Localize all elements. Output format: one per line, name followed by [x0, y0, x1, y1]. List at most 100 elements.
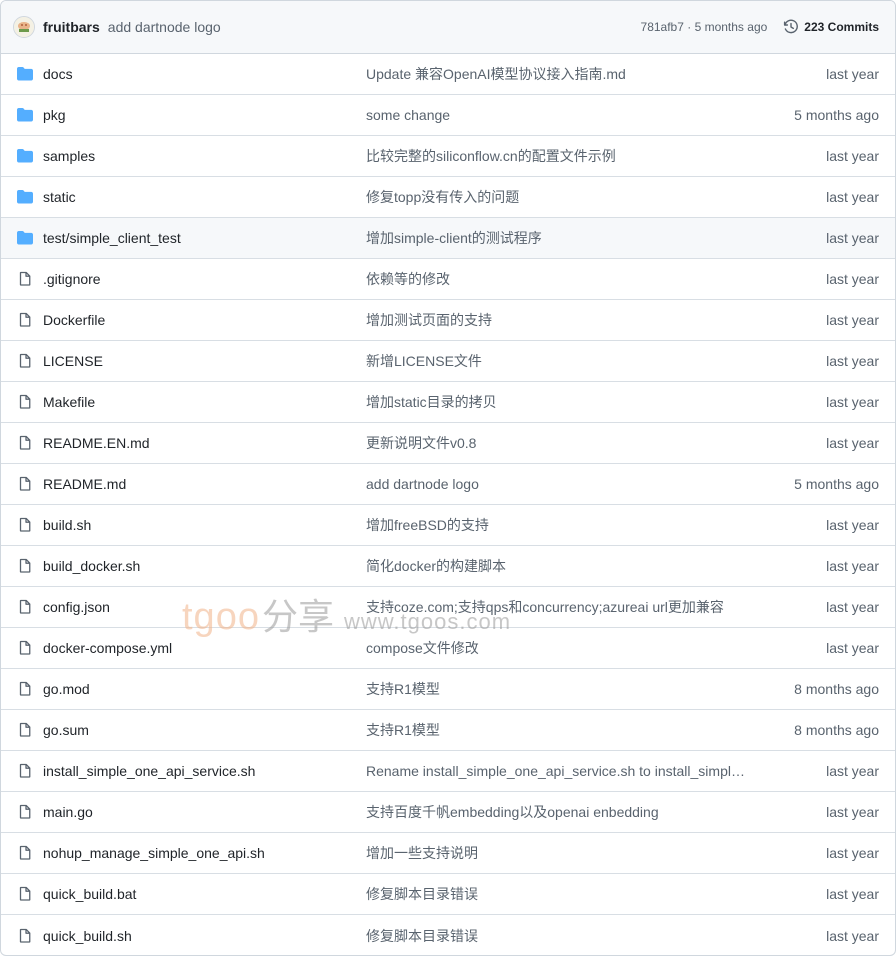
commit-message-link[interactable]: 支持百度千帆embedding以及openai enbedding [366, 802, 751, 822]
commit-message-link[interactable]: 新增LICENSE文件 [366, 351, 751, 371]
file-name-link[interactable]: go.mod [43, 681, 366, 697]
file-icon [17, 845, 35, 861]
commit-message-link[interactable]: 更新说明文件v0.8 [366, 433, 751, 453]
file-name-link[interactable]: README.EN.md [43, 435, 366, 451]
file-row[interactable]: config.json 支持coze.com;支持qps和concurrency;… [1, 587, 895, 628]
file-icon [17, 271, 35, 287]
file-name-link[interactable]: nohup_manage_simple_one_api.sh [43, 845, 366, 861]
folder-icon [17, 189, 35, 205]
commit-age: last year [826, 312, 879, 328]
file-name-link[interactable]: Makefile [43, 394, 366, 410]
file-icon [17, 517, 35, 533]
commit-hash-age[interactable]: 781afb7 · 5 months ago [641, 20, 768, 34]
file-row[interactable]: docs Update 兼容OpenAI模型协议接入指南.md last year [1, 54, 895, 95]
file-name-link[interactable]: static [43, 189, 366, 205]
commit-history-button[interactable]: 223 Commits [783, 19, 879, 35]
commit-message-link[interactable]: 增加static目录的拷贝 [366, 392, 751, 412]
file-row[interactable]: go.mod 支持R1模型 8 months ago [1, 669, 895, 710]
commit-age: 5 months ago [794, 476, 879, 492]
commit-message-link[interactable]: 增加simple-client的测试程序 [366, 228, 751, 248]
commit-message-link[interactable]: 修复脚本目录错误 [366, 884, 751, 904]
file-name-link[interactable]: install_simple_one_api_service.sh [43, 763, 366, 779]
file-icon [17, 928, 35, 944]
file-name-link[interactable]: go.sum [43, 722, 366, 738]
file-row[interactable]: build_docker.sh 简化docker的构建脚本 last year [1, 546, 895, 587]
commit-age: last year [826, 189, 879, 205]
commit-message-link[interactable]: compose文件修改 [366, 638, 751, 658]
commit-message-link[interactable]: 修复topp没有传入的问题 [366, 187, 751, 207]
file-row[interactable]: pkg some change 5 months ago [1, 95, 895, 136]
file-name-link[interactable]: docs [43, 66, 366, 82]
file-name-link[interactable]: quick_build.sh [43, 928, 366, 944]
latest-commit-bar: fruitbars add dartnode logo 781afb7 · 5 … [1, 1, 895, 54]
file-row[interactable]: quick_build.bat 修复脚本目录错误 last year [1, 874, 895, 915]
commit-message-link[interactable]: 增加freeBSD的支持 [366, 515, 751, 535]
commit-age: last year [826, 599, 879, 615]
commit-message-link[interactable]: Update 兼容OpenAI模型协议接入指南.md [366, 64, 751, 84]
commit-message-link[interactable]: add dartnode logo [366, 476, 751, 492]
file-row[interactable]: README.EN.md 更新说明文件v0.8 last year [1, 423, 895, 464]
commit-age: 8 months ago [794, 681, 879, 697]
file-icon [17, 681, 35, 697]
file-row[interactable]: quick_build.sh 修复脚本目录错误 last year [1, 915, 895, 955]
file-name-link[interactable]: main.go [43, 804, 366, 820]
file-icon [17, 394, 35, 410]
commit-message[interactable]: add dartnode logo [108, 19, 221, 35]
commit-age: last year [826, 353, 879, 369]
file-row[interactable]: build.sh 增加freeBSD的支持 last year [1, 505, 895, 546]
file-name-link[interactable]: config.json [43, 599, 366, 615]
commit-message-link[interactable]: Rename install_simple_one_api_service.sh… [366, 763, 751, 779]
file-name-link[interactable]: build_docker.sh [43, 558, 366, 574]
file-name-link[interactable]: quick_build.bat [43, 886, 366, 902]
file-icon [17, 558, 35, 574]
commit-message-link[interactable]: 增加测试页面的支持 [366, 310, 751, 330]
file-row[interactable]: install_simple_one_api_service.sh Rename … [1, 751, 895, 792]
author-avatar[interactable] [13, 16, 35, 38]
commit-message-link[interactable]: 增加一些支持说明 [366, 843, 751, 863]
commit-message-link[interactable]: some change [366, 107, 751, 123]
file-name-link[interactable]: test/simple_client_test [43, 230, 366, 246]
file-name-link[interactable]: samples [43, 148, 366, 164]
commit-age: last year [826, 845, 879, 861]
commit-age: 8 months ago [794, 722, 879, 738]
file-name-link[interactable]: .gitignore [43, 271, 366, 287]
file-name-link[interactable]: build.sh [43, 517, 366, 533]
commit-age: 5 months ago [794, 107, 879, 123]
commit-author[interactable]: fruitbars [43, 19, 100, 35]
file-icon [17, 599, 35, 615]
file-name-link[interactable]: Dockerfile [43, 312, 366, 328]
commit-message-link[interactable]: 支持R1模型 [366, 679, 751, 699]
commit-message-link[interactable]: 比较完整的siliconflow.cn的配置文件示例 [366, 146, 751, 166]
file-row[interactable]: docker-compose.yml compose文件修改 last year [1, 628, 895, 669]
file-name-link[interactable]: LICENSE [43, 353, 366, 369]
commit-age: last year [826, 271, 879, 287]
file-row[interactable]: Makefile 增加static目录的拷贝 last year [1, 382, 895, 423]
file-row[interactable]: main.go 支持百度千帆embedding以及openai enbedding… [1, 792, 895, 833]
folder-icon [17, 230, 35, 246]
commit-message-link[interactable]: 依赖等的修改 [366, 269, 751, 289]
file-row[interactable]: samples 比较完整的siliconflow.cn的配置文件示例 last ye… [1, 136, 895, 177]
file-row[interactable]: LICENSE 新增LICENSE文件 last year [1, 341, 895, 382]
commit-age: last year [826, 394, 879, 410]
file-name-link[interactable]: pkg [43, 107, 366, 123]
file-row[interactable]: README.md add dartnode logo 5 months ago [1, 464, 895, 505]
file-row[interactable]: go.sum 支持R1模型 8 months ago [1, 710, 895, 751]
folder-icon [17, 107, 35, 123]
folder-icon [17, 148, 35, 164]
file-row[interactable]: Dockerfile 增加测试页面的支持 last year [1, 300, 895, 341]
commit-age: last year [826, 517, 879, 533]
commit-message-link[interactable]: 支持coze.com;支持qps和concurrency;azureai url… [366, 597, 751, 617]
file-row[interactable]: .gitignore 依赖等的修改 last year [1, 259, 895, 300]
file-row[interactable]: test/simple_client_test 增加simple-client的测… [1, 218, 895, 259]
file-row[interactable]: static 修复topp没有传入的问题 last year [1, 177, 895, 218]
commit-message-link[interactable]: 修复脚本目录错误 [366, 926, 751, 946]
commit-age: last year [826, 927, 879, 944]
file-icon [17, 640, 35, 656]
commit-message-link[interactable]: 简化docker的构建脚本 [366, 556, 751, 576]
commit-age: last year [826, 230, 879, 246]
commit-age: last year [826, 558, 879, 574]
commit-message-link[interactable]: 支持R1模型 [366, 720, 751, 740]
file-name-link[interactable]: README.md [43, 476, 366, 492]
file-name-link[interactable]: docker-compose.yml [43, 640, 366, 656]
file-row[interactable]: nohup_manage_simple_one_api.sh 增加一些支持说明 la… [1, 833, 895, 874]
